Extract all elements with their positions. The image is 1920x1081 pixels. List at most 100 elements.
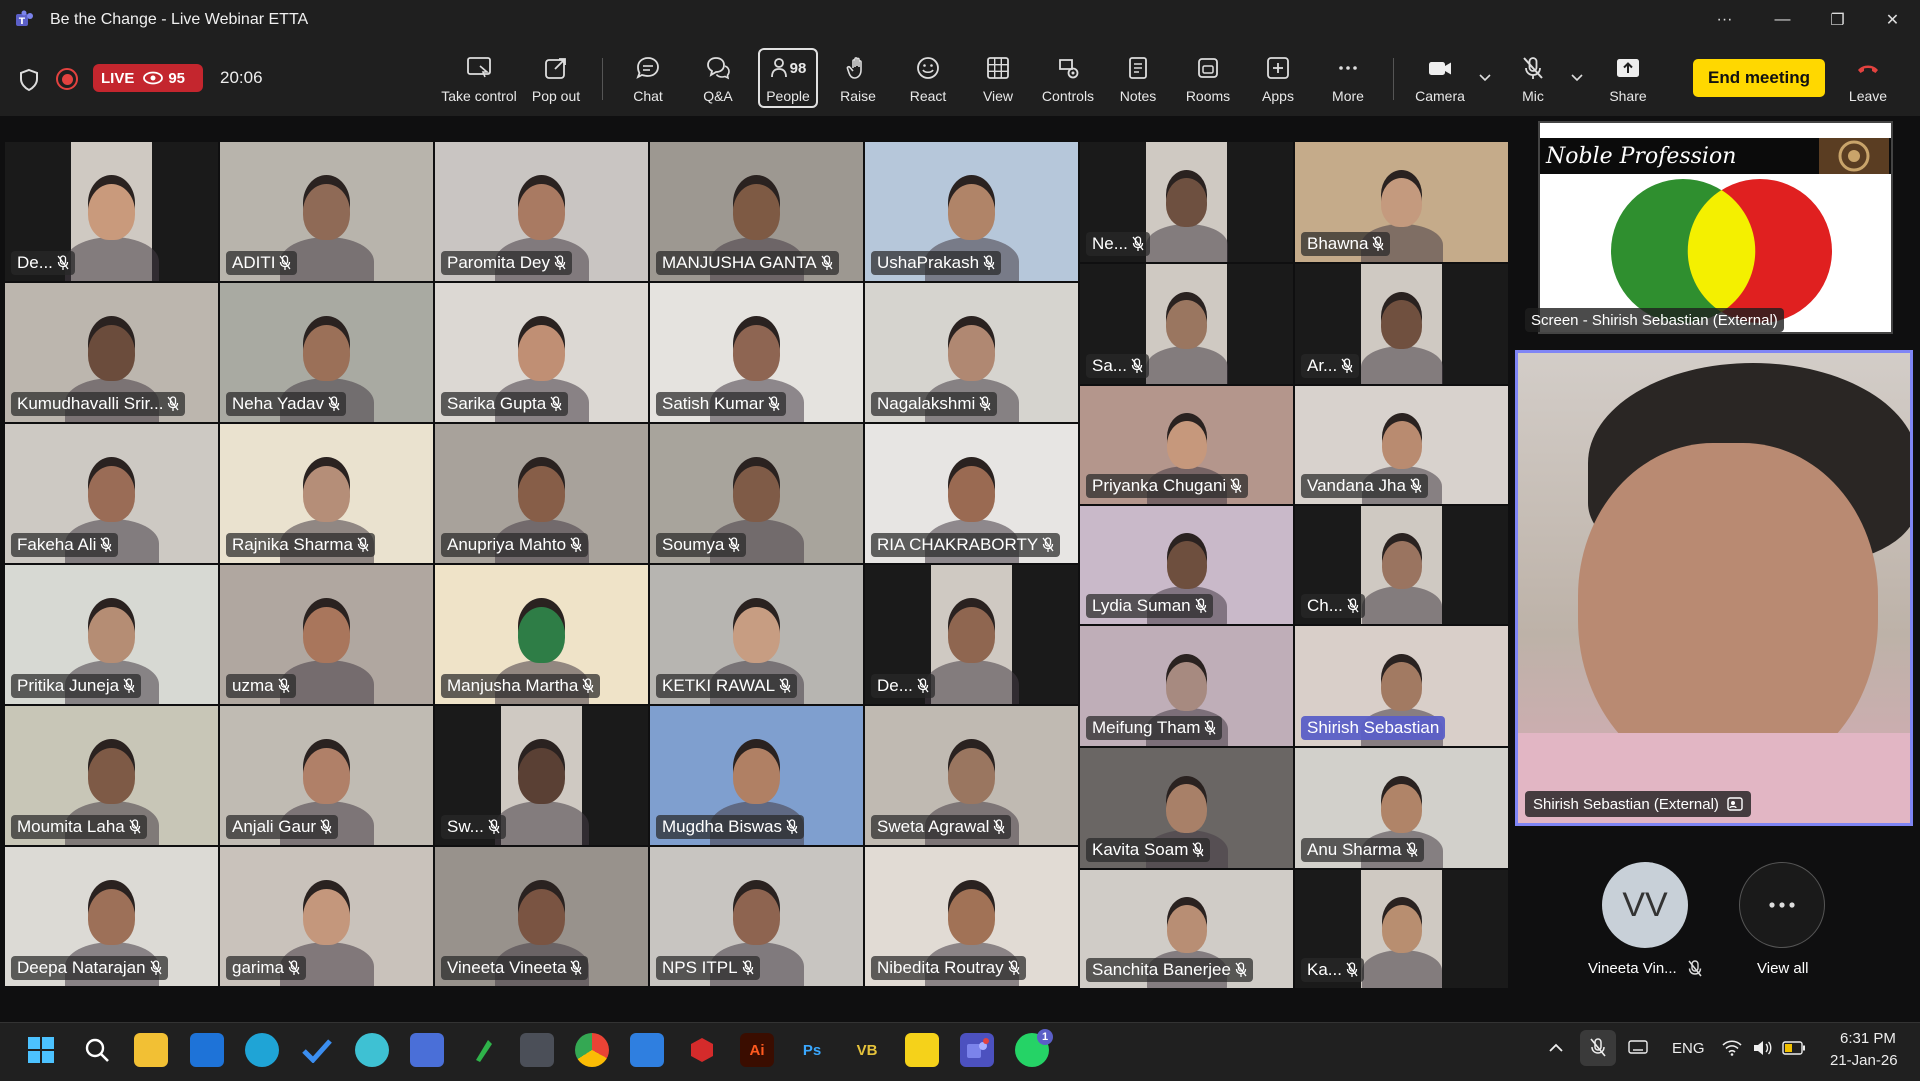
- apps-button[interactable]: Apps: [1240, 54, 1316, 110]
- participant-tile[interactable]: Soumya: [650, 424, 863, 563]
- participant-tile[interactable]: Sa...: [1080, 264, 1293, 384]
- participant-tile[interactable]: uzma: [220, 565, 433, 704]
- qa-button[interactable]: Q&A: [680, 54, 756, 110]
- participant-tile[interactable]: Sarika Gupta: [435, 283, 648, 422]
- more-button[interactable]: More: [1310, 54, 1386, 110]
- file-explorer-icon[interactable]: [134, 1033, 168, 1067]
- live-badge[interactable]: LIVE 95: [93, 64, 203, 92]
- active-speaker-tile[interactable]: [1515, 350, 1913, 826]
- participant-tile[interactable]: Nagalakshmi: [865, 283, 1078, 422]
- participant-tile[interactable]: Deepa Natarajan: [5, 847, 218, 986]
- people-button-content[interactable]: 98 People: [758, 54, 818, 110]
- participant-tile[interactable]: Meifung Tham: [1080, 626, 1293, 746]
- keyboard-icon[interactable]: [1628, 1040, 1648, 1054]
- teams-taskbar-icon[interactable]: [960, 1033, 994, 1067]
- canva-icon[interactable]: [355, 1033, 389, 1067]
- participant-tile[interactable]: Neha Yadav: [220, 283, 433, 422]
- language-indicator[interactable]: ENG: [1672, 1040, 1705, 1057]
- participant-tile[interactable]: Rajnika Sharma: [220, 424, 433, 563]
- store-icon[interactable]: [190, 1033, 224, 1067]
- mic-button[interactable]: Mic: [1495, 54, 1571, 110]
- close-button[interactable]: ✕: [1865, 0, 1920, 40]
- battery-icon[interactable]: [1782, 1041, 1806, 1055]
- wifi-app-icon[interactable]: [630, 1033, 664, 1067]
- participant-tile[interactable]: Lydia Suman: [1080, 506, 1293, 624]
- participant-tile[interactable]: Priyanka Chugani: [1080, 386, 1293, 504]
- participant-tile[interactable]: Fakeha Ali: [5, 424, 218, 563]
- participant-tile[interactable]: UshaPrakash: [865, 142, 1078, 281]
- illustrator-icon[interactable]: Ai: [740, 1033, 774, 1067]
- more-options-icon[interactable]: ···: [1697, 0, 1752, 40]
- participant-tile[interactable]: Moumita Laha: [5, 706, 218, 845]
- participant-tile[interactable]: Pritika Juneja: [5, 565, 218, 704]
- minimize-button[interactable]: —: [1755, 0, 1810, 40]
- avatar[interactable]: VV: [1602, 862, 1688, 948]
- participant-tile[interactable]: Kumudhavalli Srir...: [5, 283, 218, 422]
- participant-tile[interactable]: Shirish Sebastian: [1295, 626, 1508, 746]
- react-button[interactable]: React: [890, 54, 966, 110]
- raise-hand-button[interactable]: Raise: [820, 54, 896, 110]
- leave-button[interactable]: Leave: [1830, 54, 1906, 110]
- controls-button[interactable]: Controls: [1030, 54, 1106, 110]
- participant-tile[interactable]: Kavita Soam: [1080, 748, 1293, 868]
- chevron-down-icon[interactable]: [1478, 70, 1492, 84]
- participant-tile[interactable]: Bhawna: [1295, 142, 1508, 262]
- view-all-button[interactable]: [1739, 862, 1825, 948]
- remote-desktop-icon[interactable]: [410, 1033, 444, 1067]
- snipping-tool-icon[interactable]: [520, 1033, 554, 1067]
- mic-muted-tray-icon[interactable]: [1580, 1030, 1616, 1066]
- participant-tile[interactable]: KETKI RAWAL: [650, 565, 863, 704]
- participant-tile[interactable]: Sweta Agrawal: [865, 706, 1078, 845]
- participant-tile[interactable]: De...: [865, 565, 1078, 704]
- vs-icon[interactable]: VB: [850, 1033, 884, 1067]
- participant-tile[interactable]: NPS ITPL: [650, 847, 863, 986]
- participant-tile[interactable]: Ne...: [1080, 142, 1293, 262]
- shield-icon[interactable]: [18, 68, 40, 92]
- participant-tile[interactable]: Ar...: [1295, 264, 1508, 384]
- participant-tile[interactable]: MANJUSHA GANTA: [650, 142, 863, 281]
- shield-app-icon[interactable]: [685, 1033, 719, 1067]
- pen-tool-icon[interactable]: [465, 1033, 499, 1067]
- participant-tile[interactable]: garima: [220, 847, 433, 986]
- share-button[interactable]: Share: [1590, 54, 1666, 110]
- restore-button[interactable]: ❐: [1810, 0, 1865, 40]
- edge-browser-icon[interactable]: [245, 1033, 279, 1067]
- clock-time[interactable]: 6:31 PM: [1840, 1030, 1896, 1047]
- participant-tile[interactable]: Mugdha Biswas: [650, 706, 863, 845]
- participant-tile[interactable]: Satish Kumar: [650, 283, 863, 422]
- chevron-down-icon[interactable]: [1570, 70, 1584, 84]
- chevron-up-icon[interactable]: [1548, 1042, 1564, 1054]
- participant-tile[interactable]: Vineeta Vineeta: [435, 847, 648, 986]
- participant-tile[interactable]: Anupriya Mahto: [435, 424, 648, 563]
- windows-start-icon[interactable]: [24, 1033, 58, 1067]
- take-control-button[interactable]: Take control: [440, 54, 518, 110]
- whatsapp-icon[interactable]: 1: [1015, 1029, 1053, 1067]
- camera-button[interactable]: Camera: [1402, 54, 1478, 110]
- participant-tile[interactable]: De...: [5, 142, 218, 281]
- chat-button[interactable]: Chat: [610, 54, 686, 110]
- participant-tile[interactable]: Sw...: [435, 706, 648, 845]
- end-meeting-button[interactable]: End meeting: [1693, 59, 1825, 97]
- clock-date[interactable]: 21-Jan-26: [1830, 1052, 1898, 1069]
- participant-tile[interactable]: Paromita Dey: [435, 142, 648, 281]
- view-button[interactable]: View: [960, 54, 1036, 110]
- notes-button[interactable]: Notes: [1100, 54, 1176, 110]
- participant-tile[interactable]: Anjali Gaur: [220, 706, 433, 845]
- sticky-notes-icon[interactable]: [905, 1033, 939, 1067]
- search-icon[interactable]: [80, 1033, 114, 1067]
- speaker-volume-icon[interactable]: [1752, 1040, 1772, 1056]
- participant-tile[interactable]: Nibedita Routray: [865, 847, 1078, 986]
- participant-tile[interactable]: Sanchita Banerjee: [1080, 870, 1293, 988]
- pop-out-button[interactable]: Pop out: [518, 54, 594, 110]
- chrome-icon[interactable]: [575, 1033, 609, 1067]
- photoshop-icon[interactable]: Ps: [795, 1033, 829, 1067]
- participant-tile[interactable]: RIA CHAKRABORTY: [865, 424, 1078, 563]
- todo-icon[interactable]: [300, 1033, 334, 1067]
- participant-tile[interactable]: Ch...: [1295, 506, 1508, 624]
- wifi-icon[interactable]: [1722, 1040, 1742, 1056]
- participant-tile[interactable]: Anu Sharma: [1295, 748, 1508, 868]
- participant-tile[interactable]: Ka...: [1295, 870, 1508, 988]
- participant-tile[interactable]: Vandana Jha: [1295, 386, 1508, 504]
- participant-tile[interactable]: ADITI: [220, 142, 433, 281]
- rooms-button[interactable]: Rooms: [1170, 54, 1246, 110]
